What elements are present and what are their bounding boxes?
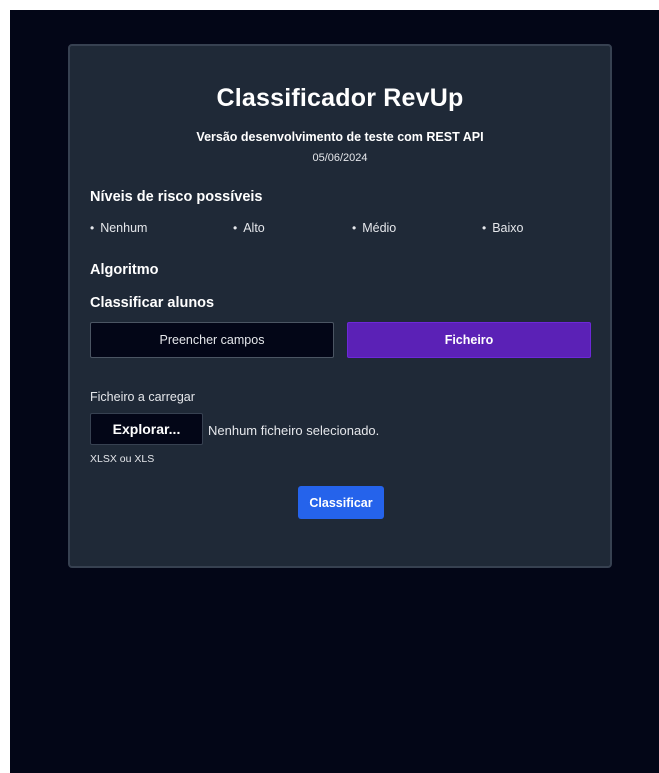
risk-level-label: Médio [362,221,397,235]
browse-file-button[interactable]: Explorar... [90,413,203,445]
risk-level-label: Alto [243,221,265,235]
algorithm-heading: Algoritmo [90,262,159,278]
risk-level-item: • Médio [352,221,396,235]
bullet-icon: • [482,221,487,235]
tab-file[interactable]: Ficheiro [347,322,591,358]
bullet-icon: • [352,221,357,235]
file-selection-status: Nenhum ficheiro selecionado. [208,423,380,438]
file-upload-label: Ficheiro a carregar [90,390,195,404]
app-viewport: Classificador RevUp Versão desenvolvimen… [10,10,659,773]
version-date: 05/06/2024 [312,152,368,164]
risk-level-item: • Alto [233,221,265,235]
risk-level-label: Nenhum [100,221,148,235]
classify-button[interactable]: Classificar [298,486,384,519]
tab-fill-fields-label: Preencher campos [159,333,265,347]
risk-level-label: Baixo [492,221,524,235]
bullet-icon: • [233,221,238,235]
risk-level-item: • Baixo [482,221,523,235]
tab-fill-fields[interactable]: Preencher campos [90,322,334,358]
bullet-icon: • [90,221,95,235]
classifier-card: Classificador RevUp Versão desenvolvimen… [68,44,612,568]
risk-levels-heading: Níveis de risco possíveis [90,189,263,205]
risk-levels-list: • Nenhum • Alto • Médio • Baixo [90,221,590,239]
page-subtitle: Versão desenvolvimento de teste com REST… [196,130,484,144]
classify-students-heading: Classificar alunos [90,295,215,311]
page-title: Classificador RevUp [216,84,464,112]
risk-level-item: • Nenhum [90,221,147,235]
tab-file-label: Ficheiro [444,333,494,347]
file-format-hint: XLSX ou XLS [90,453,155,465]
